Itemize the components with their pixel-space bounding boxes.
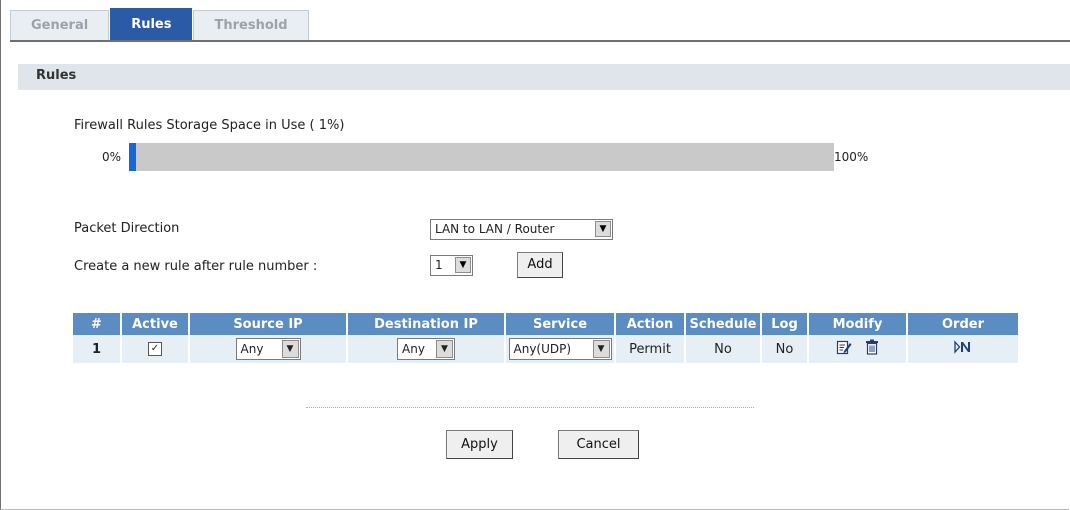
move-order-icon[interactable] xyxy=(954,340,972,358)
storage-progress-fill xyxy=(129,143,137,171)
col-header-service: Service xyxy=(504,313,615,335)
tab-general[interactable]: General xyxy=(10,10,110,40)
table-header-row: # Active Source IP Destination IP Servic… xyxy=(73,313,1018,335)
rules-table: # Active Source IP Destination IP Servic… xyxy=(73,313,1018,363)
source-ip-cell: Any ▼ xyxy=(188,335,347,363)
col-header-active: Active xyxy=(120,313,189,335)
active-checkbox[interactable]: ✓ xyxy=(148,342,162,356)
source-ip-value: Any xyxy=(240,342,264,356)
trash-icon[interactable] xyxy=(865,339,879,359)
col-header-order: Order xyxy=(906,313,1018,335)
storage-max-label: 100% xyxy=(834,150,869,164)
storage-progress-bar xyxy=(129,143,834,171)
col-header-number: # xyxy=(73,313,121,335)
table-row: 1 ✓ Any ▼ Any ▼ Any(UDP) ▼ Permit No No xyxy=(73,335,1018,363)
chevron-down-icon: ▼ xyxy=(281,340,299,358)
modify-cell xyxy=(807,335,907,363)
storage-usage-label: Firewall Rules Storage Space in Use ( 1%… xyxy=(74,118,345,133)
tab-rules[interactable]: Rules xyxy=(110,8,193,40)
source-ip-select[interactable]: Any ▼ xyxy=(235,338,301,360)
tab-underline xyxy=(10,40,1070,42)
packet-direction-label: Packet Direction xyxy=(74,221,180,236)
order-cell xyxy=(906,335,1018,363)
cancel-button[interactable]: Cancel xyxy=(558,430,639,459)
destination-ip-cell: Any ▼ xyxy=(346,335,505,363)
col-header-modify: Modify xyxy=(807,313,907,335)
col-header-source-ip: Source IP xyxy=(188,313,347,335)
rule-number-select[interactable]: 1 ▼ xyxy=(430,255,473,276)
packet-direction-value: LAN to LAN / Router xyxy=(435,222,555,236)
section-header-bar xyxy=(18,64,1070,90)
col-header-destination-ip: Destination IP xyxy=(346,313,505,335)
edit-icon[interactable] xyxy=(836,339,852,359)
chevron-down-icon: ▼ xyxy=(436,340,453,358)
col-header-schedule: Schedule xyxy=(684,313,761,335)
log-value: No xyxy=(760,335,808,363)
destination-ip-value: Any xyxy=(402,342,425,356)
add-rule-button[interactable]: Add xyxy=(517,252,563,278)
chevron-down-icon: ▼ xyxy=(595,221,611,237)
schedule-value: No xyxy=(684,335,761,363)
divider xyxy=(306,407,754,408)
service-value: Any(UDP) xyxy=(513,342,572,356)
col-header-log: Log xyxy=(760,313,808,335)
service-cell: Any(UDP) ▼ xyxy=(504,335,615,363)
service-select[interactable]: Any(UDP) ▼ xyxy=(508,338,612,360)
rule-number-value: 1 xyxy=(435,258,443,272)
tab-bar: General Rules Threshold xyxy=(10,8,310,40)
action-value: Permit xyxy=(614,335,685,363)
col-header-action: Action xyxy=(614,313,685,335)
apply-button[interactable]: Apply xyxy=(446,430,513,459)
destination-ip-select[interactable]: Any ▼ xyxy=(397,338,455,360)
active-cell: ✓ xyxy=(120,335,189,363)
storage-min-label: 0% xyxy=(102,150,122,164)
section-title: Rules xyxy=(36,68,77,83)
chevron-down-icon: ▼ xyxy=(455,257,471,273)
packet-direction-select[interactable]: LAN to LAN / Router ▼ xyxy=(430,219,613,240)
rule-number: 1 xyxy=(73,335,121,363)
chevron-down-icon: ▼ xyxy=(592,340,610,358)
new-rule-label: Create a new rule after rule number : xyxy=(74,259,318,274)
tab-threshold[interactable]: Threshold xyxy=(193,10,309,40)
